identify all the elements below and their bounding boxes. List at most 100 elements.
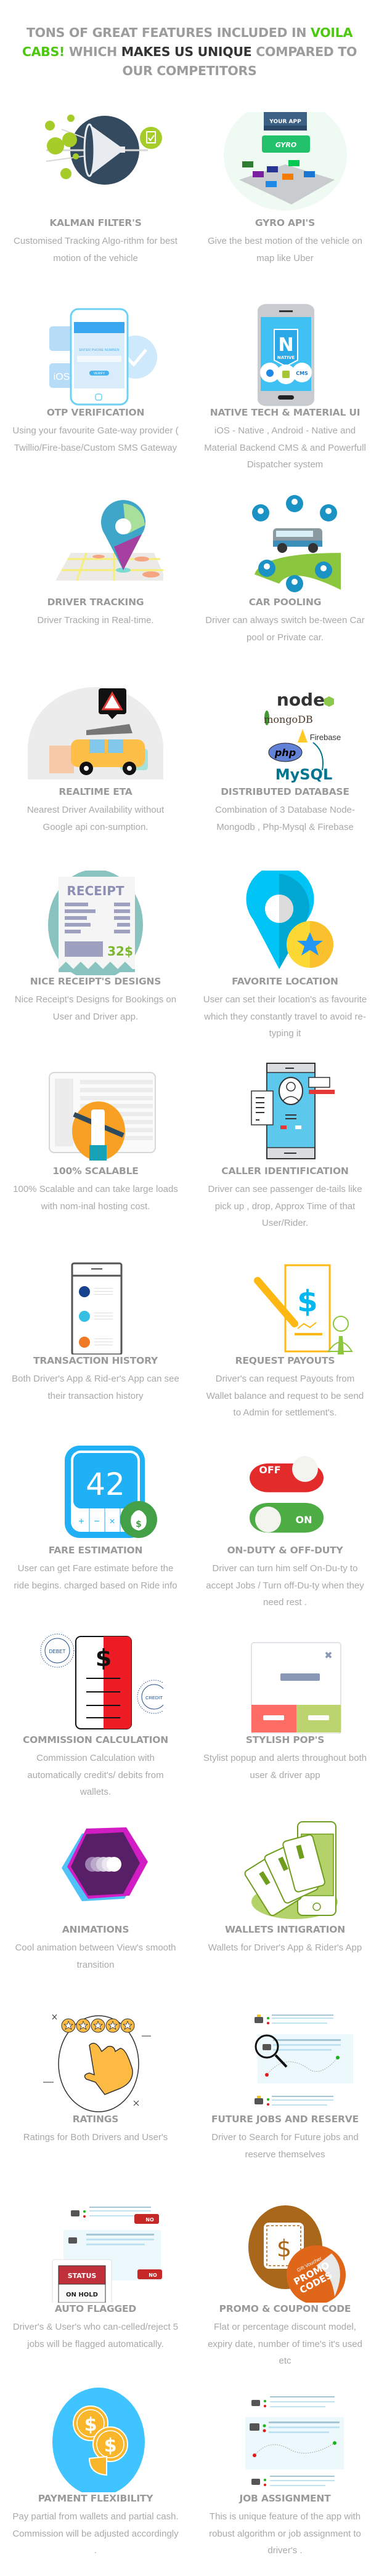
kalman-filter-icon [28,112,163,217]
caller-id-icon [218,1060,353,1165]
popup-icon: ✖ [218,1629,353,1734]
svg-text:$: $ [104,2435,117,2457]
feature-card: $ Gift Voucher PROMO CODES PROMO & COUPO… [191,2191,379,2380]
feature-card: NO NO STATUS ON HOLD AUTO FLAGGED Driver… [0,2191,191,2380]
feature-card: FAVORITE LOCATION User can set their loc… [191,863,379,1053]
feature-description: Driver can turn him self On-Du-ty to acc… [206,1563,364,1608]
feature-description: User can set their location's as favouri… [203,994,367,1039]
favorite-location-icon [218,865,353,975]
transaction-list-icon [28,1250,163,1356]
feature-title: REALTIME ETA [59,786,132,797]
feature-description: Nearest Driver Availability without Goog… [26,805,165,832]
svg-text:MySQL: MySQL [275,766,332,783]
svg-text:$: $ [96,1644,112,1672]
feature-card: CAR POOLING Driver can always switch be-… [191,484,379,674]
on-off-toggle-icon: OFF ON [218,1439,353,1544]
svg-text:ON: ON [295,1514,312,1526]
svg-text:CREDIT: CREDIT [145,1695,163,1701]
toggle-off: OFF [249,1456,324,1492]
gyro-api-icon: YOUR APP GYRO [218,100,353,217]
feature-row: 100% SCALABLE 100% Scalable and can take… [0,1053,379,1242]
feature-row: NO NO STATUS ON HOLD AUTO FLAGGED Driver… [0,2191,379,2380]
feature-title: CALLER IDENTIFICATION [221,1165,349,1177]
svg-text:DEBET: DEBET [49,1649,66,1654]
feature-description: Using your favourite Gate-way provider (… [12,425,179,453]
svg-text:mongoDB: mongoDB [264,714,313,725]
feature-card: JOB ASSIGNMENT This is unique feature of… [191,2380,379,2570]
feature-description: Wallets for Driver's App & Rider's App [208,1942,362,1953]
feature-description: Commission Calculation with automaticall… [27,1753,164,1797]
feature-row: iOS ENTER PHONE NUMBER VERIFY OTP VERIFI… [0,294,379,484]
feature-title: COMMISSION CALCULATION [22,1734,169,1745]
feature-title: FUTURE JOBS AND RESERVE [211,2114,359,2125]
feature-description: Give the best motion of the vehicle on m… [208,236,362,264]
feature-card: FUTURE JOBS AND RESERVE Driver to Search… [191,2001,379,2191]
svg-text:N: N [278,334,293,356]
svg-text:iOS: iOS [54,372,70,382]
svg-text:YOUR APP: YOUR APP [269,119,301,125]
toggle-on: ON [249,1502,324,1533]
svg-text:Firebase: Firebase [309,733,341,742]
feature-card: iOS ENTER PHONE NUMBER VERIFY OTP VERIFI… [0,294,191,484]
feature-card: OFF ON ON-DUTY & OFF-DUTY Driver can tur… [191,1432,379,1622]
svg-text:CMS: CMS [296,371,308,376]
feature-description: Driver Tracking in Real-time. [37,615,154,626]
feature-card: node mongoDB Firebase php MySQL DISTRIBU… [191,674,379,863]
feature-title: JOB ASSIGNMENT [239,2493,331,2504]
feature-description: Pay partial from wallets and partial cas… [12,2511,179,2556]
feature-description: Driver's can request Payouts from Wallet… [206,1374,364,1418]
feature-description: Flat or percentage discount model, expir… [208,2322,362,2366]
feature-card: $ REQUEST PAYOUTS Driver's can request P… [191,1242,379,1432]
calculator-icon: 42 + − × $ [28,1439,163,1544]
svg-text:42: 42 [86,1467,125,1502]
feature-title: ANIMATIONS [62,1924,129,1935]
feature-description: Driver to Search for Future jobs and res… [211,2132,359,2160]
feature-description: Driver's & User's who can-celled/reject … [12,2322,179,2349]
feature-title: GYRO API'S [255,217,316,228]
feature-card: KALMAN FILTER'S Customised Tracking Algo… [0,105,191,294]
feature-title: WALLETS INTIGRATION [224,1924,346,1935]
job-assignment-icon [218,2388,353,2492]
feature-card: $ $ PAYMENT FLEXIBILITY Pay partial from… [0,2380,191,2570]
feature-title: FAVORITE LOCATION [232,976,338,987]
svg-text:ON HOLD: ON HOLD [66,2292,98,2298]
otp-phone-icon: iOS ENTER PHONE NUMBER VERIFY [28,302,163,406]
feature-row: REALTIME ETA Nearest Driver Availability… [0,674,379,863]
feature-description: Stylist popup and alerts throughout both… [203,1753,367,1781]
feature-title: NICE RECEIPT'S DESIGNS [30,976,161,987]
feature-description: Both Driver's App & Rid-er's App can see… [12,1374,179,1401]
feature-card: 100% SCALABLE 100% Scalable and can take… [0,1053,191,1242]
feature-card: YOUR APP GYRO GYRO API'S Give the best m… [191,100,379,294]
feature-card: ANIMATIONS Cool animation between View's… [0,1811,191,2001]
job-search-icon [218,2008,353,2113]
native-phone-icon: N NATIVE CMS [218,302,353,406]
wrench-hand-icon [28,1060,163,1165]
taxi-icon [254,2015,263,2023]
feature-card: RATINGS Ratings for Both Drivers and Use… [0,2001,191,2191]
heading-emphasis: MAKES US UNIQUE [121,44,252,59]
feature-title: AUTO FLAGGED [54,2303,137,2314]
feature-description: This is unique feature of the app with r… [209,2511,361,2556]
feature-title: PAYMENT FLEXIBILITY [38,2493,153,2504]
map-pin-icon [28,491,166,596]
svg-text:$: $ [136,1519,142,1529]
svg-text:OFF: OFF [259,1464,280,1476]
feature-title: FARE ESTIMATION [48,1545,143,1556]
car-pool-icon [218,491,353,596]
svg-text:node: node [276,690,324,710]
feature-description: User can get Fare estimate before the ri… [14,1563,177,1591]
features-grid: KALMAN FILTER'S Customised Tracking Algo… [0,100,379,2570]
feature-title: DISTRIBUTED DATABASE [221,786,349,797]
receipt-icon: RECEIPT 32$ [28,869,163,980]
feature-title: ON-DUTY & OFF-DUTY [227,1545,343,1556]
svg-text:NO: NO [145,2217,154,2223]
feature-description: iOS - Native , Android - Native and Mate… [204,425,366,470]
svg-text:$: $ [297,1284,317,1319]
svg-text:php: php [274,747,295,759]
svg-text:−: − [94,1516,99,1527]
feature-title: STYLISH POP'S [245,1734,325,1745]
feature-card: RECEIPT 32$ NICE RECEIPT'S DESIGNS Nice … [0,863,191,1053]
feature-card: CALLER IDENTIFICATION Driver can see pas… [191,1053,379,1242]
feature-row: $ DEBET CREDIT COMMISSION CALCULATION Co… [0,1622,379,1811]
feature-description: Ratings for Both Drivers and User's [23,2132,168,2143]
